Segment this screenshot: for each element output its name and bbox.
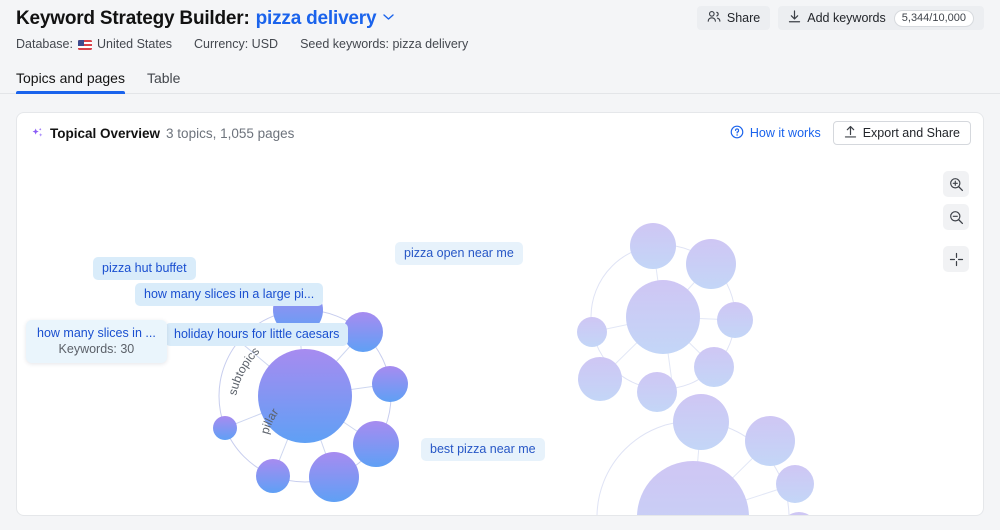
tab-topics-and-pages[interactable]: Topics and pages bbox=[16, 70, 125, 93]
node-label-best-pizza-near-me[interactable]: best pizza near me bbox=[421, 438, 545, 461]
upload-icon bbox=[844, 125, 857, 142]
seed-keywords-meta: Seed keywords: pizza delivery bbox=[300, 37, 468, 51]
magnifier-plus-icon bbox=[949, 177, 964, 192]
add-keywords-label: Add keywords bbox=[807, 11, 886, 25]
chevron-down-icon[interactable] bbox=[383, 12, 394, 24]
people-icon bbox=[707, 10, 721, 26]
subtopic-bubble[interactable] bbox=[781, 512, 817, 515]
subtopic-bubble[interactable] bbox=[213, 416, 237, 440]
tab-bar: Topics and pages Table bbox=[0, 64, 1000, 94]
node-label-pizza-open-near-me[interactable]: pizza open near me bbox=[395, 242, 523, 265]
subtopic-bubble[interactable] bbox=[578, 357, 622, 401]
how-it-works-label: How it works bbox=[750, 126, 821, 140]
add-keywords-button[interactable]: Add keywords 5,344/10,000 bbox=[778, 6, 984, 30]
export-and-share-label: Export and Share bbox=[863, 126, 960, 140]
subtopic-bubble[interactable] bbox=[309, 452, 359, 502]
database-meta: Database: United States bbox=[16, 37, 172, 51]
pillar-bubble[interactable] bbox=[626, 280, 700, 354]
zoom-out-button[interactable] bbox=[943, 204, 969, 230]
fit-to-screen-button[interactable] bbox=[943, 246, 969, 272]
meta-row: Database: United States Currency: USD Se… bbox=[16, 37, 984, 51]
crosshair-icon bbox=[949, 252, 964, 267]
page-title: Keyword Strategy Builder: bbox=[16, 8, 250, 30]
header-actions: Share Add keywords 5,344/10,000 bbox=[697, 6, 984, 30]
node-label-how-many-slices-large[interactable]: how many slices in a large pi... bbox=[135, 283, 323, 306]
card-title: Topical Overview bbox=[50, 126, 160, 141]
tab-table[interactable]: Table bbox=[147, 70, 180, 93]
card-header-actions: How it works Export and Share bbox=[730, 121, 971, 145]
keyword-link[interactable]: pizza delivery bbox=[256, 8, 377, 30]
subtopics-cluster-left[interactable]: subtopics pillar bbox=[213, 285, 408, 502]
subtopic-bubble[interactable] bbox=[686, 239, 736, 289]
topical-graph-canvas[interactable]: subtopics pillar bbox=[17, 153, 983, 515]
subtopic-bubble[interactable] bbox=[353, 421, 399, 467]
node-label-holiday-hours-little-caesars[interactable]: holiday hours for little caesars bbox=[165, 323, 348, 346]
topic-cluster-bottom-right[interactable] bbox=[597, 394, 817, 515]
pillar-bubble[interactable] bbox=[637, 461, 749, 515]
subtopic-bubble[interactable] bbox=[256, 459, 290, 493]
subtopic-bubble[interactable] bbox=[745, 416, 795, 466]
database-label: Database: bbox=[16, 37, 73, 51]
node-tooltip-title: how many slices in ... bbox=[37, 326, 156, 340]
share-button[interactable]: Share bbox=[697, 6, 770, 30]
subtopic-bubble[interactable] bbox=[776, 465, 814, 503]
subtopic-bubble[interactable] bbox=[343, 312, 383, 352]
subtopic-bubble[interactable] bbox=[637, 372, 677, 412]
how-it-works-link[interactable]: How it works bbox=[730, 125, 821, 142]
us-flag-icon bbox=[78, 40, 92, 50]
keywords-count-badge: 5,344/10,000 bbox=[894, 10, 974, 27]
sparkle-icon bbox=[31, 127, 44, 140]
question-circle-icon bbox=[730, 125, 744, 142]
node-label-pizza-hut-buffet[interactable]: pizza hut buffet bbox=[93, 257, 196, 280]
node-tooltip-keywords: Keywords: 30 bbox=[37, 341, 156, 357]
subtopic-bubble[interactable] bbox=[673, 394, 729, 450]
currency-meta: Currency: USD bbox=[194, 37, 278, 51]
subtopic-bubble[interactable] bbox=[717, 302, 753, 338]
magnifier-minus-icon bbox=[949, 210, 964, 225]
page-header: Keyword Strategy Builder: pizza delivery… bbox=[0, 0, 1000, 51]
zoom-in-button[interactable] bbox=[943, 171, 969, 197]
map-controls bbox=[943, 171, 969, 272]
subtopic-bubble[interactable] bbox=[694, 347, 734, 387]
database-value: United States bbox=[97, 37, 172, 51]
topic-cluster-top-right[interactable] bbox=[577, 223, 753, 412]
share-button-label: Share bbox=[727, 11, 760, 25]
subtopic-bubble[interactable] bbox=[630, 223, 676, 269]
node-tooltip-how-many-slices[interactable]: how many slices in ... Keywords: 30 bbox=[26, 320, 167, 363]
subtopic-bubble[interactable] bbox=[577, 317, 607, 347]
card-subtitle: 3 topics, 1,055 pages bbox=[166, 126, 294, 141]
export-and-share-button[interactable]: Export and Share bbox=[833, 121, 971, 145]
card-header: Topical Overview 3 topics, 1,055 pages H… bbox=[17, 113, 983, 153]
download-icon bbox=[788, 10, 801, 27]
subtopic-bubble[interactable] bbox=[372, 366, 408, 402]
topical-overview-card: Topical Overview 3 topics, 1,055 pages H… bbox=[16, 112, 984, 516]
